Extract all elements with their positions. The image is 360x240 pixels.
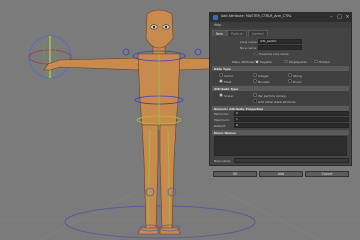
scalar-radio[interactable] — [219, 93, 223, 97]
data-type-float-label: Float — [224, 79, 232, 84]
hidden-radio[interactable] — [314, 59, 318, 63]
minimize-icon[interactable]: – — [328, 14, 335, 21]
per-particle-radio[interactable] — [253, 93, 257, 97]
keyable-label: Keyable — [260, 60, 272, 64]
override-nice-name-checkbox[interactable] — [254, 51, 258, 55]
ok-button[interactable]: OK — [213, 171, 257, 177]
data-type-boolean-radio[interactable] — [253, 79, 257, 83]
make-attribute-label: Make attribute: — [232, 60, 255, 64]
data-type-string-radio[interactable] — [288, 73, 292, 77]
long-name-input[interactable]: ikfk_switch — [258, 39, 302, 44]
maximum-input[interactable]: 1 — [234, 117, 349, 122]
data-type-enum-label: Enum — [293, 79, 302, 84]
displayable-label: Displayable — [289, 60, 307, 64]
scalar-label: Scalar — [224, 93, 234, 98]
menu-help[interactable]: Help — [214, 23, 221, 27]
attribute-type-header-label: Attribute Type — [214, 86, 239, 91]
nice-name-input[interactable] — [258, 45, 302, 50]
default-label: Default: — [214, 124, 226, 128]
tab-new[interactable]: New — [212, 30, 227, 36]
data-type-enum-radio[interactable] — [288, 79, 292, 83]
new-name-input[interactable] — [234, 158, 349, 163]
initial-state-checkbox[interactable] — [253, 99, 257, 103]
initial-state-label: Add initial state attribute — [258, 99, 296, 104]
app-icon — [213, 15, 218, 20]
minimum-label: Minimum: — [214, 112, 229, 116]
data-type-header-label: Data Type — [214, 66, 231, 71]
minimum-input[interactable]: 0 — [234, 111, 349, 116]
override-nice-name-label: Override nice name — [259, 52, 289, 56]
add-attribute-dialog: Add Attribute: MASTER_CTRLR_Arm_CTRL – □… — [209, 12, 352, 177]
menu-bar: Help — [210, 22, 351, 28]
dialog-title: Add Attribute: MASTER_CTRLR_Arm_CTRL — [221, 14, 292, 18]
close-icon[interactable]: × — [344, 14, 351, 21]
long-name-label: Long name: — [240, 40, 258, 44]
tab-control[interactable]: Control — [248, 30, 268, 36]
maximize-icon[interactable]: □ — [336, 14, 343, 21]
displayable-radio[interactable] — [284, 59, 288, 63]
dialog-titlebar[interactable]: Add Attribute: MASTER_CTRLR_Arm_CTRL – □… — [210, 13, 351, 22]
enum-names-list[interactable] — [214, 136, 347, 156]
enum-names-header-label: Enum Names — [214, 130, 236, 135]
hidden-label: Hidden — [319, 60, 330, 64]
maximum-label: Maximum: — [214, 118, 230, 122]
tab-particle[interactable]: Particle — [227, 30, 247, 36]
per-particle-label: Per particle (array) — [258, 93, 287, 98]
numeric-properties-header-label: Numeric Attribute Properties — [214, 106, 264, 111]
data-type-string-label: String — [293, 73, 302, 78]
enum-names-header[interactable]: Enum Names — [212, 130, 349, 135]
nice-name-label: Nice name: — [240, 46, 258, 50]
default-input[interactable]: 0 — [234, 123, 349, 128]
add-button[interactable]: Add — [259, 171, 303, 177]
data-type-float-radio[interactable] — [219, 79, 223, 83]
data-type-boolean-label: Boolean — [258, 79, 271, 84]
data-type-vector-label: Vector — [224, 73, 234, 78]
ground-grid — [0, 189, 360, 240]
data-type-integer-radio[interactable] — [253, 73, 257, 77]
cancel-button[interactable]: Cancel — [305, 171, 349, 177]
keyable-radio[interactable] — [255, 59, 259, 63]
wrist-ik-control[interactable] — [28, 35, 72, 79]
data-type-integer-label: Integer — [258, 73, 269, 78]
data-type-vector-radio[interactable] — [219, 73, 223, 77]
new-name-label: New name: — [214, 159, 232, 163]
